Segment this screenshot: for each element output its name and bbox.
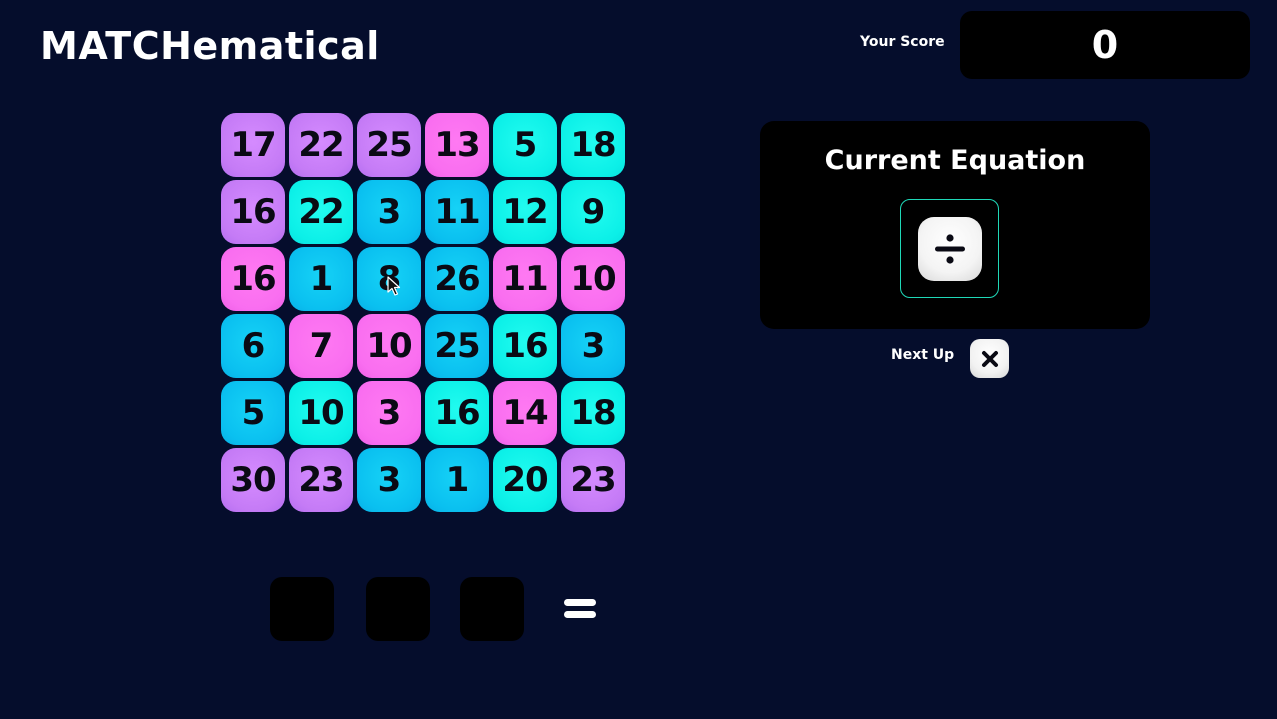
score-value: 0 — [1091, 23, 1119, 67]
number-tile[interactable]: 16 — [221, 180, 285, 244]
number-tile[interactable]: 3 — [357, 180, 421, 244]
number-tile[interactable]: 10 — [561, 247, 625, 311]
equation-slot-2[interactable] — [366, 577, 430, 641]
equation-slot-1[interactable] — [270, 577, 334, 641]
number-tile[interactable]: 3 — [357, 381, 421, 445]
next-up-label: Next Up — [891, 347, 955, 363]
game-title: MATCHematical — [40, 24, 380, 68]
number-tile[interactable]: 10 — [289, 381, 353, 445]
number-tile[interactable]: 9 — [561, 180, 625, 244]
number-tile[interactable]: 17 — [221, 113, 285, 177]
number-tile[interactable]: 3 — [561, 314, 625, 378]
number-tile[interactable]: 7 — [289, 314, 353, 378]
number-tile[interactable]: 1 — [289, 247, 353, 311]
number-tile[interactable]: 26 — [425, 247, 489, 311]
number-tile[interactable]: 8 — [357, 247, 421, 311]
number-tile[interactable]: 5 — [221, 381, 285, 445]
current-equation-panel: Current Equation — [760, 121, 1150, 329]
number-tile[interactable]: 16 — [221, 247, 285, 311]
number-tile[interactable]: 18 — [561, 113, 625, 177]
score-label: Your Score — [860, 34, 945, 50]
number-tile[interactable]: 11 — [425, 180, 489, 244]
number-tile[interactable]: 25 — [425, 314, 489, 378]
number-tile[interactable]: 1 — [425, 448, 489, 512]
number-tile[interactable]: 18 — [561, 381, 625, 445]
equals-icon — [563, 598, 597, 620]
number-tile[interactable]: 13 — [425, 113, 489, 177]
number-tile[interactable]: 23 — [561, 448, 625, 512]
number-tile[interactable]: 30 — [221, 448, 285, 512]
number-tile[interactable]: 22 — [289, 113, 353, 177]
score-display: 0 — [960, 11, 1250, 79]
current-equation-title: Current Equation — [824, 145, 1086, 176]
number-tile[interactable]: 10 — [357, 314, 421, 378]
number-tile[interactable]: 6 — [221, 314, 285, 378]
number-tile[interactable]: 14 — [493, 381, 557, 445]
number-tile[interactable]: 16 — [425, 381, 489, 445]
number-tile[interactable]: 5 — [493, 113, 557, 177]
divide-icon — [917, 216, 982, 281]
number-tile[interactable]: 23 — [289, 448, 353, 512]
multiply-icon — [970, 339, 1009, 378]
number-tile[interactable]: 3 — [357, 448, 421, 512]
equation-slot-3[interactable] — [460, 577, 524, 641]
number-tile[interactable]: 16 — [493, 314, 557, 378]
number-tile[interactable]: 22 — [289, 180, 353, 244]
number-grid: 17 22 25 13 5 18 16 22 3 11 12 9 16 1 8 26 11 10 6 7 10 25 16 3… — [221, 113, 625, 512]
number-tile[interactable]: 12 — [493, 180, 557, 244]
number-tile[interactable]: 11 — [493, 247, 557, 311]
current-operator-frame — [900, 199, 999, 298]
number-tile[interactable]: 20 — [493, 448, 557, 512]
number-tile[interactable]: 25 — [357, 113, 421, 177]
